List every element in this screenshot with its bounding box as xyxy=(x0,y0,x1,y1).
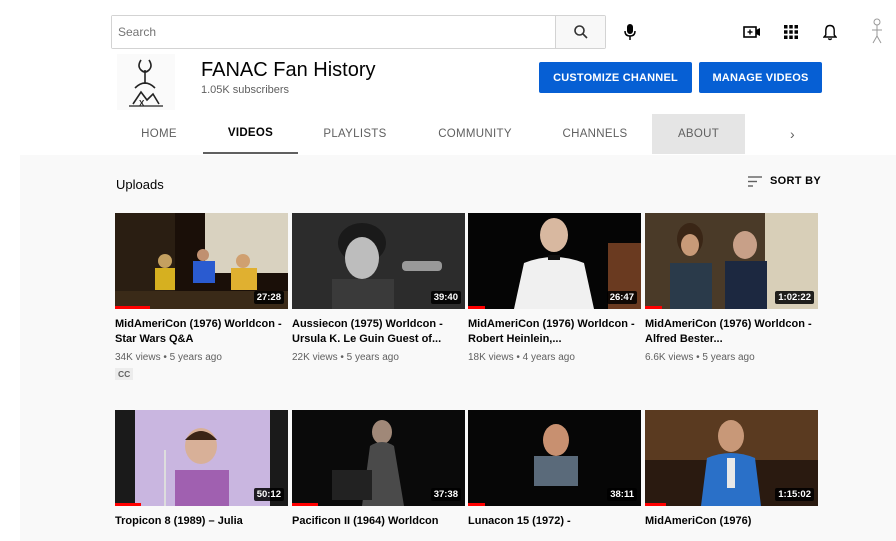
view-count: 6.6K views xyxy=(645,352,694,363)
section-title: Uploads xyxy=(116,177,164,192)
watch-progress-bar xyxy=(645,306,663,309)
watch-progress-bar xyxy=(115,306,150,309)
tabs-scroll-right-icon[interactable]: › xyxy=(790,126,795,142)
upload-age: 5 years ago xyxy=(346,352,399,363)
video-thumbnail[interactable]: 39:40 xyxy=(292,213,465,309)
subscriber-count: 1.05K subscribers xyxy=(201,84,290,96)
watch-progress-bar xyxy=(645,503,666,506)
channel-avatar[interactable]: X xyxy=(117,54,175,110)
cc-badge: CC xyxy=(115,368,134,380)
video-card[interactable]: 27:28 MidAmeriCon (1976) Worldcon - Star… xyxy=(115,213,288,382)
video-thumbnail[interactable]: 1:15:02 xyxy=(645,410,818,506)
videos-content: Uploads SORT BY 27:28 MidAmeriCon (1976)… xyxy=(20,155,896,541)
search-input[interactable] xyxy=(112,16,555,48)
tab-playlists[interactable]: PLAYLISTS xyxy=(310,114,400,154)
account-avatar[interactable] xyxy=(866,16,888,46)
view-count: 18K views xyxy=(468,352,514,363)
watch-progress-bar xyxy=(292,503,318,506)
view-count: 34K views xyxy=(115,352,161,363)
video-card[interactable]: 39:40 Aussiecon (1975) Worldcon - Ursula… xyxy=(292,213,465,363)
customize-channel-button[interactable]: CUSTOMIZE CHANNEL xyxy=(539,62,692,93)
manage-videos-button[interactable]: MANAGE VIDEOS xyxy=(699,62,822,93)
watch-progress-bar xyxy=(115,503,141,506)
video-card[interactable]: 1:02:22 MidAmeriCon (1976) Worldcon - Al… xyxy=(645,213,818,363)
video-thumbnail[interactable]: 37:38 xyxy=(292,410,465,506)
channel-title: FANAC Fan History xyxy=(201,59,376,81)
video-duration: 38:11 xyxy=(607,488,637,501)
video-thumbnail[interactable]: 50:12 xyxy=(115,410,288,506)
mic-icon xyxy=(624,24,636,40)
sort-label: SORT BY xyxy=(770,175,821,187)
upload-age: 4 years ago xyxy=(522,352,575,363)
video-duration: 1:15:02 xyxy=(775,488,814,501)
video-title[interactable]: MidAmeriCon (1976) Worldcon - Alfred Bes… xyxy=(645,317,818,347)
video-duration: 26:47 xyxy=(606,291,637,304)
notifications-bell-icon xyxy=(823,24,837,40)
video-meta: 34K views • 5 years ago xyxy=(115,352,222,363)
upload-age: 5 years ago xyxy=(702,352,755,363)
tab-channels[interactable]: CHANNELS xyxy=(550,114,640,154)
video-title[interactable]: MidAmeriCon (1976) Worldcon - Robert Hei… xyxy=(468,317,641,347)
channel-tabs: HOME VIDEOS PLAYLISTS COMMUNITY CHANNELS… xyxy=(0,114,896,154)
video-thumbnail[interactable]: 38:11 xyxy=(468,410,641,506)
channel-logo-icon: X xyxy=(117,54,175,110)
watch-progress-bar xyxy=(468,306,486,309)
sort-icon xyxy=(748,175,762,187)
video-card[interactable]: 38:11 Lunacon 15 (1972) - xyxy=(468,410,641,541)
notifications-button[interactable] xyxy=(820,22,840,42)
video-duration: 37:38 xyxy=(430,488,461,501)
sort-by-button[interactable]: SORT BY xyxy=(748,175,821,187)
tab-videos[interactable]: VIDEOS xyxy=(203,114,298,154)
video-duration: 39:40 xyxy=(430,291,461,304)
search-button[interactable] xyxy=(555,16,605,48)
voice-search-button[interactable] xyxy=(620,22,640,42)
video-duration: 27:28 xyxy=(253,291,284,304)
video-card[interactable]: 37:38 Pacificon II (1964) Worldcon xyxy=(292,410,465,541)
apps-grid-icon xyxy=(784,25,798,39)
video-title[interactable]: MidAmeriCon (1976) Worldcon - Star Wars … xyxy=(115,317,288,347)
search-box xyxy=(111,15,606,49)
upload-age: 5 years ago xyxy=(169,352,222,363)
video-duration: 50:12 xyxy=(253,488,284,501)
video-title[interactable]: Lunacon 15 (1972) - xyxy=(468,514,641,541)
video-thumbnail[interactable]: 26:47 xyxy=(468,213,641,309)
video-title[interactable]: Pacificon II (1964) Worldcon xyxy=(292,514,465,541)
view-count: 22K views xyxy=(292,352,338,363)
watch-progress-bar xyxy=(468,503,486,506)
create-video-icon xyxy=(743,26,760,38)
video-title[interactable]: Tropicon 8 (1989) – Julia xyxy=(115,514,288,541)
video-duration: 1:02:22 xyxy=(775,291,814,304)
avatar-icon xyxy=(872,18,882,44)
tab-community[interactable]: COMMUNITY xyxy=(425,114,525,154)
video-title[interactable]: MidAmeriCon (1976) xyxy=(645,514,818,541)
apps-button[interactable] xyxy=(781,22,801,42)
video-meta: 18K views • 4 years ago xyxy=(468,352,575,363)
video-card[interactable]: 1:15:02 MidAmeriCon (1976) xyxy=(645,410,818,541)
video-meta: 6.6K views • 5 years ago xyxy=(645,352,755,363)
tab-about[interactable]: ABOUT xyxy=(652,114,745,154)
tab-home[interactable]: HOME xyxy=(130,114,188,154)
video-card[interactable]: 26:47 MidAmeriCon (1976) Worldcon - Robe… xyxy=(468,213,641,363)
svg-text:X: X xyxy=(139,99,145,108)
video-thumbnail[interactable]: 27:28 xyxy=(115,213,288,309)
video-meta: 22K views • 5 years ago xyxy=(292,352,399,363)
video-title[interactable]: Aussiecon (1975) Worldcon - Ursula K. Le… xyxy=(292,317,465,347)
video-card[interactable]: 50:12 Tropicon 8 (1989) – Julia xyxy=(115,410,288,541)
search-icon xyxy=(573,25,588,39)
create-button[interactable] xyxy=(742,22,762,42)
video-thumbnail[interactable]: 1:02:22 xyxy=(645,213,818,309)
